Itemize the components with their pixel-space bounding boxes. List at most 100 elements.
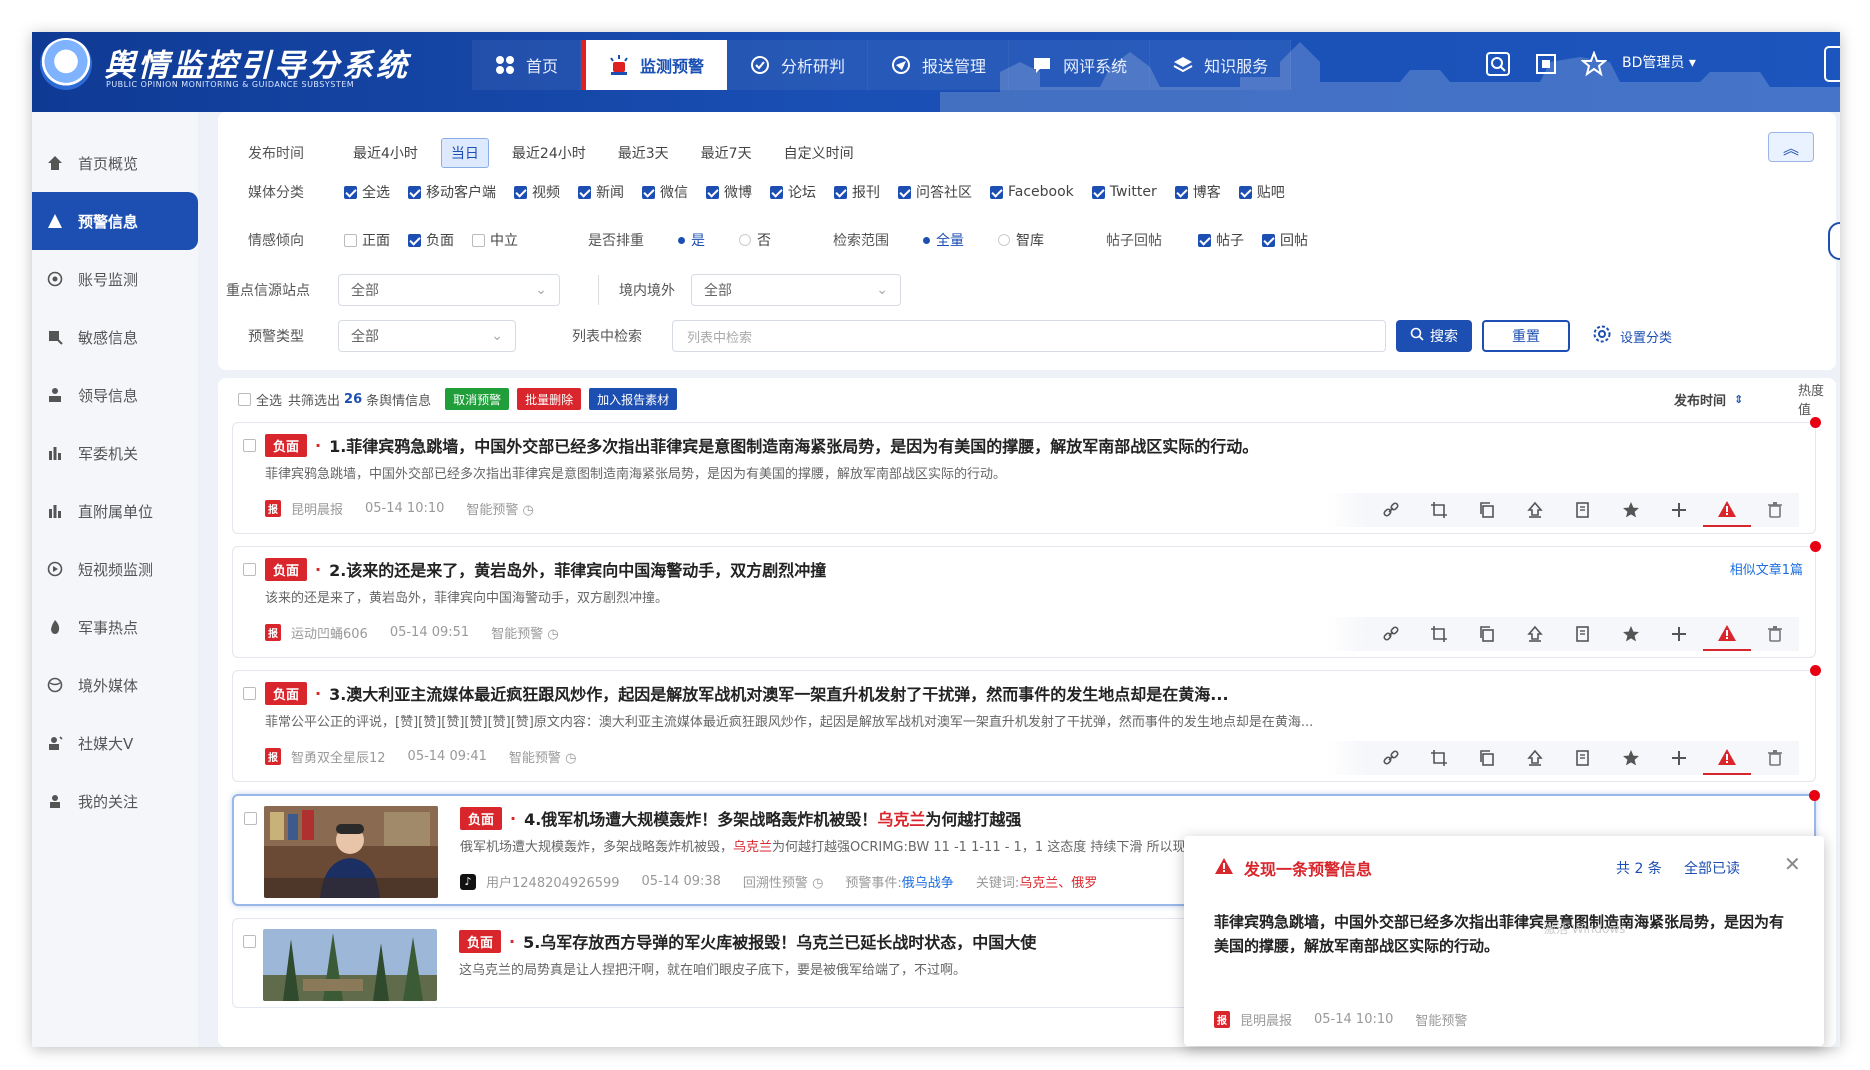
sidebar-item-vip[interactable]: 社媒大V [32, 714, 198, 772]
nav-comment[interactable]: 网评系统 [1009, 40, 1151, 90]
sidebar-item-warning[interactable]: 预警信息 [32, 192, 198, 250]
float-panel-handle[interactable] [1828, 222, 1840, 260]
media-option[interactable]: 微信 [642, 182, 688, 202]
star-icon[interactable] [1607, 617, 1655, 651]
link-icon[interactable] [1367, 741, 1415, 775]
warn-type-select[interactable]: 全部 ⌄ [338, 320, 516, 352]
popup-body[interactable]: 菲律宾鸦急跳墙，中国外交部已经多次指出菲律宾是意图制造南海紧张局势，是因为有美国… [1214, 910, 1794, 958]
sidebar-item-unit[interactable]: 直附属单位 [32, 482, 198, 540]
copy-icon[interactable] [1463, 617, 1511, 651]
item-checkbox[interactable] [243, 687, 256, 700]
list-item[interactable]: 负面 · 2.该来的还是来了，黄岩岛外，菲律宾向中国海警动手，双方剧烈冲撞 相似… [232, 541, 1821, 658]
trash-icon[interactable] [1751, 493, 1799, 527]
similar-articles-link[interactable]: 相似文章1篇 [1730, 559, 1803, 578]
cancel-warning-button[interactable]: 取消预警 [445, 388, 510, 410]
scope-all[interactable]: 全量 [923, 230, 964, 250]
select-all-checkbox[interactable]: 全选 [238, 390, 282, 409]
sidebar-item-leader[interactable]: 领导信息 [32, 366, 198, 424]
sentiment-positive[interactable]: 正面 [344, 230, 390, 250]
upload-icon[interactable] [1511, 493, 1559, 527]
video-thumbnail[interactable] [263, 929, 437, 1001]
sidebar-item-home[interactable]: 首页概览 [32, 134, 198, 192]
scope-lib[interactable]: 智库 [998, 230, 1044, 250]
close-icon[interactable]: ✕ [1784, 852, 1801, 876]
media-option[interactable]: 微博 [706, 182, 752, 202]
add-report-button[interactable]: 加入报告素材 [589, 388, 678, 410]
media-option[interactable]: 全选 [344, 182, 390, 202]
alert-icon[interactable] [1703, 493, 1751, 527]
dedupe-no[interactable]: 否 [739, 230, 771, 250]
link-icon[interactable] [1367, 617, 1415, 651]
media-option[interactable]: 移动客户端 [408, 182, 496, 202]
nav-knowledge[interactable]: 知识服务 [1150, 40, 1292, 90]
copy-icon[interactable] [1463, 493, 1511, 527]
item-source[interactable]: 昆明晨报 [291, 499, 343, 518]
item-checkbox[interactable] [244, 812, 257, 825]
item-checkbox[interactable] [243, 935, 256, 948]
upload-icon[interactable] [1511, 741, 1559, 775]
media-option[interactable]: 新闻 [578, 182, 624, 202]
favorite-button[interactable] [1574, 44, 1614, 84]
collapse-button[interactable]: ︽ [1768, 132, 1814, 162]
time-option[interactable]: 最近4小时 [344, 139, 427, 167]
sentiment-negative[interactable]: 负面 [408, 230, 454, 250]
media-option[interactable]: 报刊 [834, 182, 880, 202]
trash-icon[interactable] [1751, 741, 1799, 775]
video-thumbnail[interactable] [264, 806, 438, 898]
nav-analysis[interactable]: 分析研判 [727, 40, 869, 90]
sentiment-neutral[interactable]: 中立 [472, 230, 518, 250]
trash-icon[interactable] [1751, 617, 1799, 651]
copy-icon[interactable] [1463, 741, 1511, 775]
sidebar-item-fire[interactable]: 军事热点 [32, 598, 198, 656]
edit-doc-icon[interactable] [1559, 493, 1607, 527]
sidebar-item-building[interactable]: 军委机关 [32, 424, 198, 482]
user-menu[interactable]: BD管理员 ▾ [1622, 52, 1696, 72]
reset-button[interactable]: 重置 [1482, 320, 1570, 352]
upload-icon[interactable] [1511, 617, 1559, 651]
mark-all-read-button[interactable]: 全部已读 [1684, 858, 1740, 878]
star-icon[interactable] [1607, 741, 1655, 775]
item-title[interactable]: 2.该来的还是来了，黄岩岛外，菲律宾向中国海警动手，双方剧烈冲撞 [329, 557, 826, 581]
plus-icon[interactable] [1655, 493, 1703, 527]
media-option[interactable]: 视频 [514, 182, 560, 202]
crop-icon[interactable] [1415, 493, 1463, 527]
item-source[interactable]: 运动凹蛹606 [291, 623, 368, 642]
alert-icon[interactable] [1703, 617, 1751, 651]
media-option[interactable]: 论坛 [770, 182, 816, 202]
reply-post[interactable]: 帖子 [1198, 230, 1244, 250]
list-item[interactable]: 负面 · 1.菲律宾鸦急跳墙，中国外交部已经多次指出菲律宾是意图制造南海紧张局势… [232, 417, 1821, 534]
sort-time-button[interactable]: 发布时间 ⇕ [1674, 390, 1743, 409]
item-title[interactable]: 1.菲律宾鸦急跳墙，中国外交部已经多次指出菲律宾是意图制造南海紧张局势，是因为有… [329, 433, 1258, 457]
item-checkbox[interactable] [243, 563, 256, 576]
time-option[interactable]: 自定义时间 [775, 139, 863, 167]
side-panel-toggle[interactable] [1824, 46, 1840, 82]
item-title[interactable]: 4.俄军机场遭大规模轰炸！多架战略轰炸机被毁！乌克兰为何越打越强 [524, 806, 1021, 830]
media-option[interactable]: 博客 [1174, 182, 1221, 202]
plus-icon[interactable] [1655, 617, 1703, 651]
item-source[interactable]: 用户1248204926599 [486, 872, 620, 891]
screen-button[interactable] [1526, 44, 1566, 84]
settings-category-button[interactable]: 设置分类 [1592, 324, 1672, 348]
time-option[interactable]: 最近7天 [692, 139, 761, 167]
item-source[interactable]: 智勇双全星辰12 [291, 747, 386, 766]
sidebar-item-follow[interactable]: 我的关注 [32, 772, 198, 830]
time-option[interactable]: 当日 [440, 138, 489, 168]
media-option[interactable]: Facebook [990, 184, 1074, 200]
nav-monitor-warning[interactable]: 监测预警 [581, 40, 728, 90]
heat-sort-button[interactable]: 热度值 [1798, 380, 1836, 418]
nav-report[interactable]: 报送管理 [868, 40, 1010, 90]
edit-doc-icon[interactable] [1559, 617, 1607, 651]
item-checkbox[interactable] [243, 439, 256, 452]
list-item[interactable]: 负面 · 3.澳大利亚主流媒体最近疯狂跟风炒作，起因是解放军战机对澳军一架直升机… [232, 665, 1821, 782]
region-select[interactable]: 全部 ⌄ [691, 274, 901, 306]
search-button[interactable]: 搜索 [1396, 320, 1472, 352]
sidebar-item-account[interactable]: 账号监测 [32, 250, 198, 308]
site-select[interactable]: 全部 ⌄ [338, 274, 560, 306]
item-title[interactable]: 5.乌军存放西方导弹的军火库被报毁！乌克兰已延长战时状态，中国大使 [523, 929, 1036, 953]
media-option[interactable]: 问答社区 [898, 182, 972, 202]
item-title[interactable]: 3.澳大利亚主流媒体最近疯狂跟风炒作，起因是解放军战机对澳军一架直升机发射了干扰… [329, 681, 1228, 705]
crop-icon[interactable] [1415, 617, 1463, 651]
batch-delete-button[interactable]: 批量删除 [517, 388, 582, 410]
event-link[interactable]: 俄乌战争 [902, 876, 954, 891]
list-search-input[interactable]: 列表中检索 [672, 320, 1386, 352]
